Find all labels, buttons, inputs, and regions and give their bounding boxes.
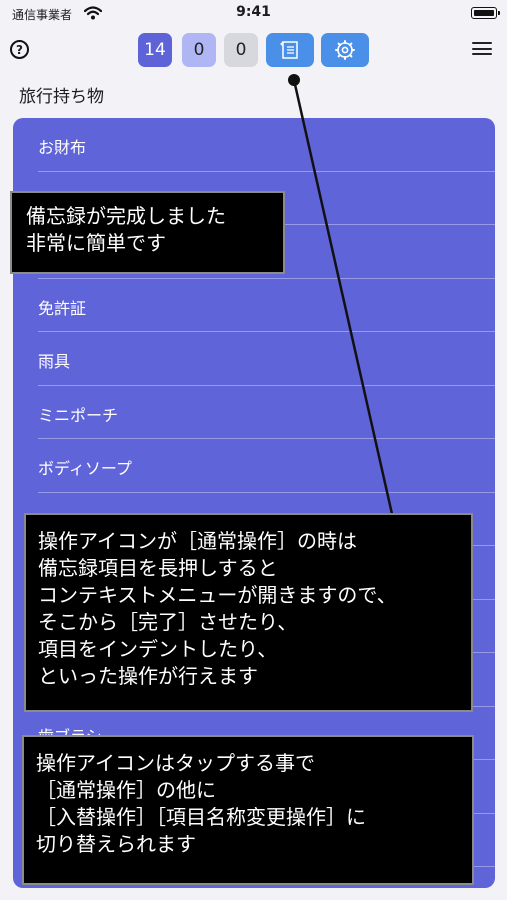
callout-line: ［入替操作］［項目名称変更操作］に [36,805,366,829]
tutorial-callout-complete: 備忘録が完成しました 非常に簡単です [10,191,285,274]
callout-line: 非常に簡単です [26,231,166,255]
callout-line: 備忘録項目を長押しすると [38,556,278,580]
callout-line: 操作アイコンが［通常操作］の時は [38,529,357,553]
callout-line: 切り替えられます [36,832,196,856]
callout-line: 備忘録が完成しました [26,204,226,228]
callout-line: 操作アイコンはタップする事で [36,751,315,775]
callout-line: といった操作が行えます [38,664,258,688]
callout-line: ［通常操作］の他に [36,778,216,802]
tutorial-callout-mode-switch: 操作アイコンはタップする事で ［通常操作］の他に ［入替操作］［項目名称変更操作… [22,735,474,885]
callout-line: そこから［完了］させたり、 [38,610,298,634]
callout-line: 項目をインデントしたり、 [38,637,278,661]
tutorial-callout-context-menu: 操作アイコンが［通常操作］の時は 備忘録項目を長押しすると コンテキストメニュー… [24,513,473,712]
callout-line: コンテキストメニューが開きますので、 [38,583,397,607]
